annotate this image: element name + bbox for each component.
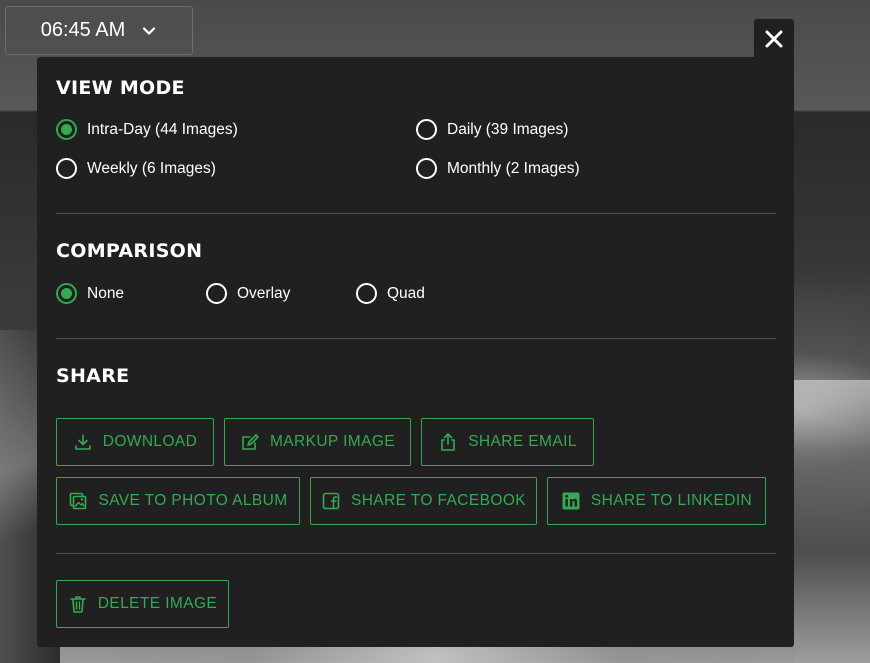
linkedin-icon xyxy=(562,492,580,510)
comparison-quad-radio[interactable]: Quad xyxy=(356,283,425,304)
background-light-area xyxy=(794,380,870,663)
close-button[interactable] xyxy=(754,19,794,59)
download-button[interactable]: DOWNLOAD xyxy=(56,418,214,466)
radio-label: None xyxy=(87,284,125,302)
share-title: SHARE xyxy=(56,365,130,387)
radio-label: Overlay xyxy=(237,284,291,302)
radio-circle xyxy=(356,283,377,304)
radio-label: Quad xyxy=(387,284,425,302)
radio-circle xyxy=(416,119,437,140)
view-mode-title: VIEW MODE xyxy=(56,77,185,99)
close-icon xyxy=(765,30,783,48)
radio-label: Daily (39 Images) xyxy=(447,120,569,138)
share-email-label: SHARE EMAIL xyxy=(468,433,577,450)
markup-image-button[interactable]: MARKUP IMAGE xyxy=(224,418,411,466)
markup-image-label: MARKUP IMAGE xyxy=(269,433,396,450)
comparison-overlay-radio[interactable]: Overlay xyxy=(206,283,290,304)
trash-icon xyxy=(70,596,86,613)
time-select-value: 06:45 AM xyxy=(40,19,126,41)
view-mode-intraday-radio[interactable]: Intra-Day (44 Images) xyxy=(56,119,238,140)
radio-label: Intra-Day (44 Images) xyxy=(87,120,238,138)
divider xyxy=(56,338,776,339)
time-select[interactable]: 06:45 AM xyxy=(5,6,193,55)
share-email-button[interactable]: SHARE EMAIL xyxy=(421,418,594,466)
share-icon xyxy=(441,433,455,451)
share-to-linkedin-button[interactable]: SHARE TO LINKEDIN xyxy=(547,477,766,525)
delete-image-label: DELETE IMAGE xyxy=(97,595,218,612)
comparison-none-radio[interactable]: None xyxy=(56,283,124,304)
chevron-down-icon xyxy=(143,26,156,35)
download-icon xyxy=(74,434,91,450)
view-mode-weekly-radio[interactable]: Weekly (6 Images) xyxy=(56,158,216,179)
download-label: DOWNLOAD xyxy=(102,433,198,450)
share-to-facebook-label: SHARE TO FACEBOOK xyxy=(350,492,527,509)
radio-circle xyxy=(416,158,437,179)
save-to-photo-album-button[interactable]: SAVE TO PHOTO ALBUM xyxy=(56,477,300,525)
divider xyxy=(56,213,776,214)
facebook-icon xyxy=(322,492,340,510)
options-panel: VIEW MODE Intra-Day (44 Images) Daily (3… xyxy=(37,57,794,647)
radio-label: Monthly (2 Images) xyxy=(447,159,580,177)
divider xyxy=(56,553,776,554)
share-to-facebook-button[interactable]: SHARE TO FACEBOOK xyxy=(310,477,537,525)
share-to-linkedin-label: SHARE TO LINKEDIN xyxy=(590,492,753,509)
radio-label: Weekly (6 Images) xyxy=(87,159,216,177)
comparison-title: COMPARISON xyxy=(56,240,203,262)
radio-circle xyxy=(56,119,77,140)
save-to-photo-album-label: SAVE TO PHOTO ALBUM xyxy=(98,492,288,509)
radio-circle xyxy=(56,158,77,179)
photo-album-icon xyxy=(70,492,87,510)
delete-image-button[interactable]: DELETE IMAGE xyxy=(56,580,229,628)
markup-icon xyxy=(242,434,259,450)
view-mode-monthly-radio[interactable]: Monthly (2 Images) xyxy=(416,158,580,179)
radio-circle xyxy=(56,283,77,304)
view-mode-daily-radio[interactable]: Daily (39 Images) xyxy=(416,119,568,140)
radio-circle xyxy=(206,283,227,304)
